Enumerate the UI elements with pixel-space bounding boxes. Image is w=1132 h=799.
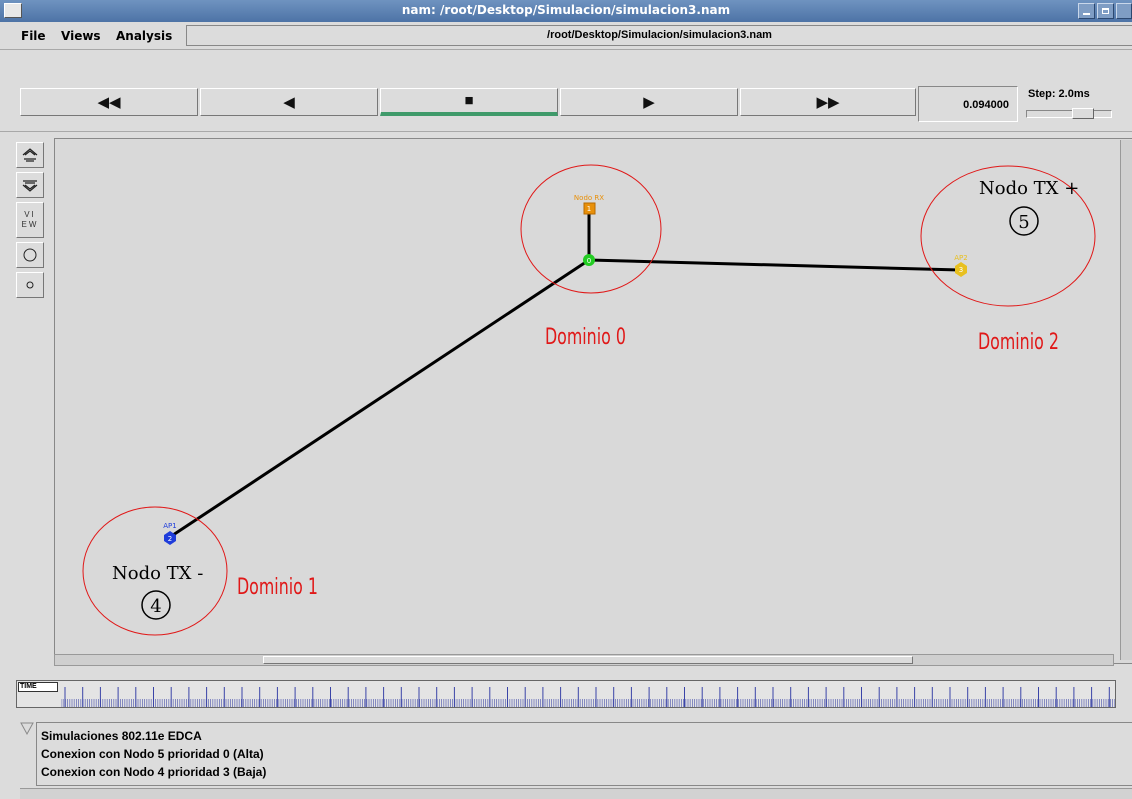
title-bar: nam: /root/Desktop/Simulacion/simulacion… [0, 0, 1132, 22]
play-button[interactable]: ▶ [560, 88, 738, 116]
tx-minus-label: Nodo TX - [112, 563, 203, 584]
view-tools: VI EW [16, 142, 44, 302]
timeline-ticks [61, 687, 1115, 707]
canvas-scroll-thumb[interactable] [263, 656, 913, 664]
fast-forward-button[interactable]: ▶▶ [740, 88, 916, 116]
annotation-horizontal-scrollbar[interactable] [20, 788, 1132, 799]
annotation-scrollbar[interactable] [20, 722, 34, 786]
menu-views[interactable]: Views [61, 29, 101, 43]
zoom-in-button[interactable] [16, 142, 44, 168]
node-0[interactable]: 0 [583, 254, 595, 266]
view-button[interactable]: VI EW [16, 202, 44, 238]
stop-icon: ■ [464, 92, 474, 109]
window-title: nam: /root/Desktop/Simulacion/simulacion… [401, 3, 731, 17]
playback-toolbar: ◀◀ ◀ ■ ▶ ▶▶ 0.094000 Step: 2.0ms [0, 50, 1132, 132]
annotation-line: Simulaciones 802.11e EDCA [41, 729, 202, 743]
step-back-icon: ◀ [283, 93, 295, 111]
svg-text:2: 2 [168, 535, 172, 543]
zoom-out-icon [22, 180, 38, 192]
annotation-line: Conexion con Nodo 5 prioridad 0 (Alta) [41, 747, 264, 761]
topology-svg: 0 1 Nodo RX 2 AP1 3 AP2 Nodo TX - 4 Nodo… [82, 164, 1096, 636]
annotation-line: Conexion con Nodo 4 prioridad 3 (Baja) [41, 765, 267, 779]
stop-button[interactable]: ■ [380, 88, 558, 116]
node-3-label: AP2 [954, 254, 967, 262]
tx-plus-number: 5 [1018, 212, 1029, 233]
node-1-label: Nodo RX [574, 194, 604, 202]
step-slider-track[interactable] [1026, 110, 1112, 118]
annotation-panel: Simulaciones 802.11e EDCA Conexion con N… [36, 722, 1132, 786]
domain-2-label: Dominio 2 [978, 328, 1059, 354]
menu-analysis[interactable]: Analysis [116, 29, 172, 43]
rewind-button[interactable]: ◀◀ [20, 88, 198, 116]
circle-large-icon [23, 248, 37, 262]
timeline-label: TIME [18, 682, 58, 692]
link-0-2 [169, 258, 590, 539]
link-0-3 [588, 258, 961, 272]
step-back-button[interactable]: ◀ [200, 88, 378, 116]
maximize-button[interactable] [1097, 3, 1114, 19]
file-path-display: /root/Desktop/Simulacion/simulacion3.nam [186, 25, 1132, 46]
menu-file[interactable]: File [21, 29, 46, 43]
current-time-display: 0.094000 [918, 86, 1018, 122]
tx-plus-label: Nodo TX + [979, 178, 1079, 199]
rewind-icon: ◀◀ [97, 93, 121, 111]
circle-small-icon [26, 281, 34, 289]
canvas-vertical-scrollbar[interactable] [1120, 140, 1132, 660]
zoom-out-button[interactable] [16, 172, 44, 198]
svg-text:3: 3 [959, 266, 963, 274]
tx-minus-number: 4 [150, 596, 161, 617]
play-icon: ▶ [643, 93, 655, 111]
network-canvas[interactable]: 0 1 Nodo RX 2 AP1 3 AP2 Nodo TX - 4 Nodo… [54, 138, 1132, 664]
close-button[interactable] [1116, 3, 1132, 19]
node-3[interactable]: 3 AP2 [954, 254, 968, 277]
step-slider-thumb[interactable] [1072, 108, 1094, 119]
zoom-in-icon [22, 148, 38, 162]
domain-0-label: Dominio 0 [545, 323, 626, 349]
svg-text:1: 1 [587, 205, 591, 213]
minimize-button[interactable] [1078, 3, 1095, 19]
small-circle-button[interactable] [16, 272, 44, 298]
domain-1-label: Dominio 1 [237, 573, 318, 599]
node-1[interactable]: 1 Nodo RX [574, 194, 604, 215]
timeline[interactable]: TIME [16, 680, 1116, 708]
canvas-horizontal-scrollbar[interactable] [54, 654, 1114, 666]
fast-forward-icon: ▶▶ [816, 93, 840, 111]
step-control: Step: 2.0ms [1020, 86, 1132, 122]
menu-bar: File Views Analysis /root/Desktop/Simula… [0, 22, 1132, 50]
svg-text:0: 0 [587, 257, 591, 265]
step-label: Step: 2.0ms [1028, 88, 1090, 100]
large-circle-button[interactable] [16, 242, 44, 268]
domain-0-ellipse [520, 164, 662, 294]
node-2-label: AP1 [163, 522, 176, 530]
